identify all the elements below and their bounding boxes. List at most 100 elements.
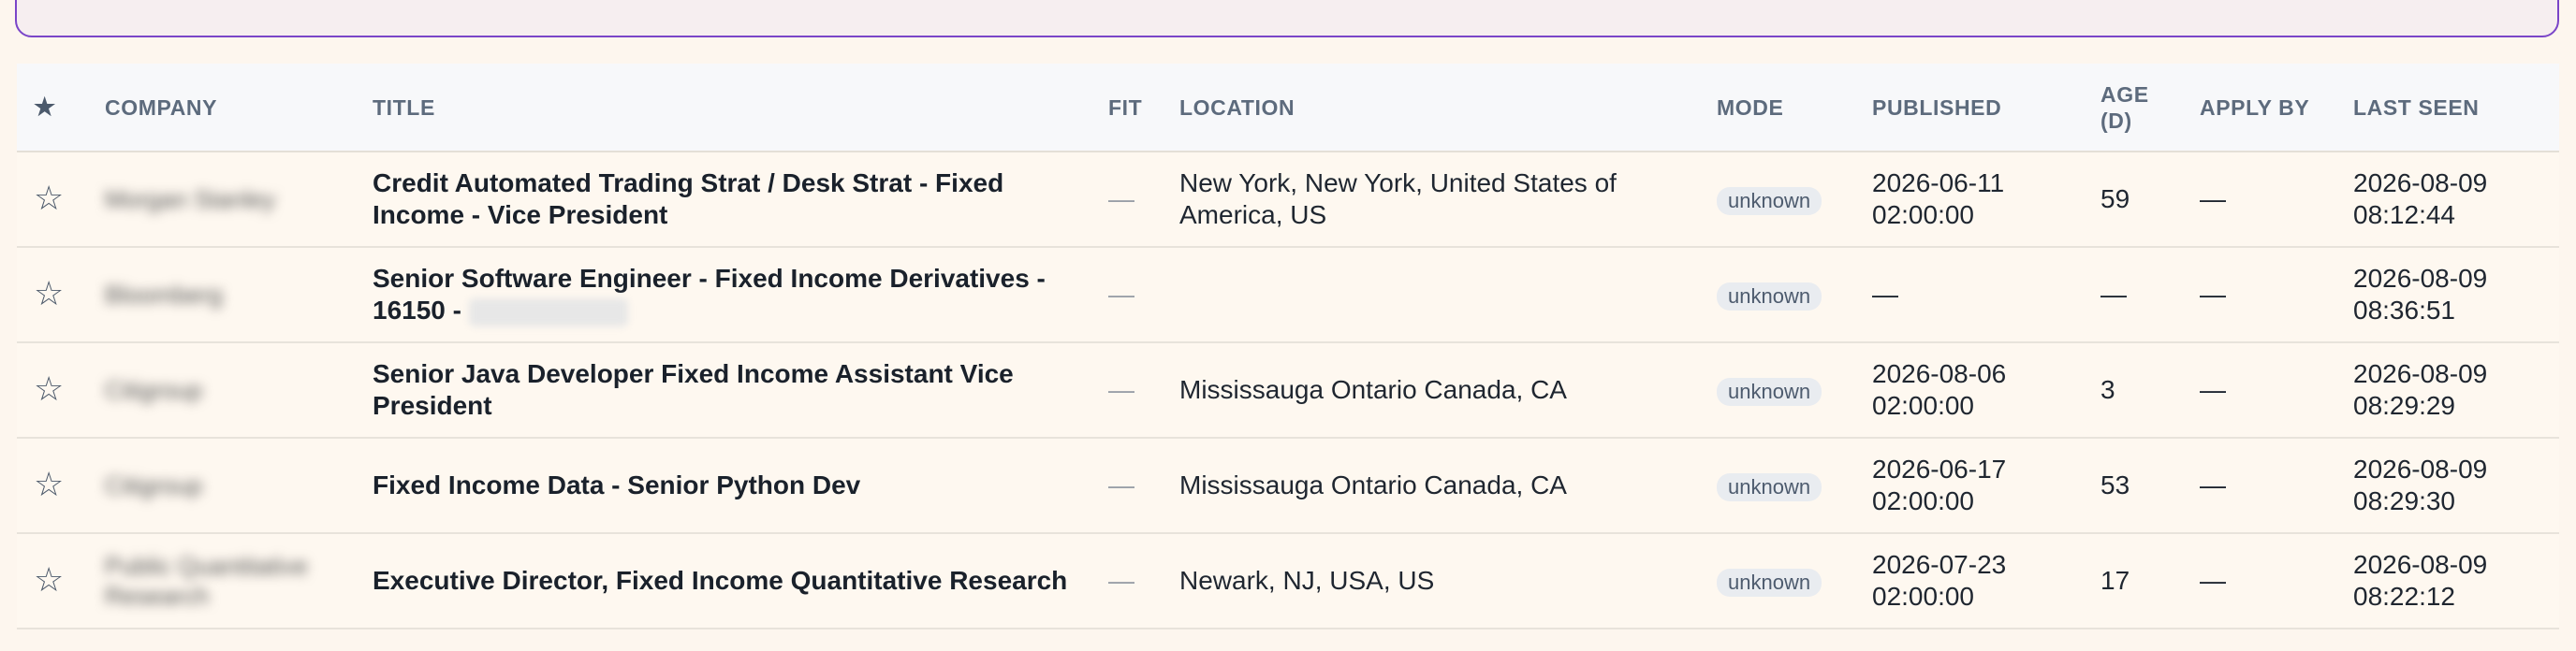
table-row[interactable]: ☆ Citigroup Senior Java Developer Fixed …: [17, 342, 2559, 439]
header-published[interactable]: PUBLISHED: [1859, 64, 2087, 152]
apply-by-cell: —: [2187, 152, 2340, 248]
header-last-seen[interactable]: LAST SEEN: [2340, 64, 2559, 152]
company-name: Bloomberg: [105, 281, 223, 309]
published-date: —: [1872, 280, 1898, 309]
jobs-table-container: ★ COMPANY TITLE FIT LOCATION MODE PUBLIS…: [17, 64, 2559, 629]
star-outline-icon[interactable]: ☆: [34, 277, 64, 311]
last-seen-cell: 2026-08-09 08:29:29: [2340, 342, 2559, 439]
star-cell: ☆: [17, 533, 92, 629]
job-title-link[interactable]: Executive Director, Fixed Income Quantit…: [373, 566, 1067, 595]
published-time: 02:00:00: [1872, 391, 1974, 420]
apply-by-cell: —: [2187, 342, 2340, 439]
star-cell: ☆: [17, 438, 92, 534]
header-age[interactable]: AGE (D): [2087, 64, 2187, 152]
mode-badge: unknown: [1717, 473, 1822, 501]
last-seen-date: 2026-08-09: [2353, 455, 2488, 484]
last-seen-date: 2026-08-09: [2353, 359, 2488, 388]
fit-cell: —: [1095, 438, 1166, 534]
last-seen-cell: 2026-08-09 08:29:30: [2340, 438, 2559, 534]
company-cell: Citigroup: [92, 342, 359, 439]
published-time: 02:00:00: [1872, 200, 1974, 229]
star-cell: ☆: [17, 342, 92, 439]
published-cell: 2026-08-06 02:00:00: [1859, 342, 2087, 439]
mode-cell: unknown: [1704, 533, 1859, 629]
fit-value: —: [1108, 280, 1134, 309]
fit-cell: —: [1095, 247, 1166, 343]
star-outline-icon[interactable]: ☆: [34, 181, 64, 215]
table-row[interactable]: ☆ Morgan Stanley Credit Automated Tradin…: [17, 152, 2559, 248]
age-cell: 3: [2087, 342, 2187, 439]
title-cell: Senior Software Engineer - Fixed Income …: [359, 247, 1095, 343]
star-outline-icon[interactable]: ☆: [34, 372, 64, 406]
star-outline-icon[interactable]: ☆: [34, 563, 64, 597]
company-name: Citigroup: [105, 471, 203, 499]
top-panel: [15, 0, 2559, 37]
company-cell: Bloomberg: [92, 247, 359, 343]
location-cell: [1166, 247, 1704, 343]
header-age-line2: (D): [2100, 108, 2132, 133]
table-header: ★ COMPANY TITLE FIT LOCATION MODE PUBLIS…: [17, 64, 2559, 152]
title-cell: Credit Automated Trading Strat / Desk St…: [359, 152, 1095, 248]
age-cell: —: [2087, 247, 2187, 343]
last-seen-cell: 2026-08-09 08:36:51: [2340, 247, 2559, 343]
fit-value: —: [1108, 375, 1134, 404]
last-seen-date: 2026-08-09: [2353, 550, 2488, 579]
location-cell: Newark, NJ, USA, US: [1166, 533, 1704, 629]
last-seen-date: 2026-08-09: [2353, 264, 2488, 293]
job-title-link[interactable]: Fixed Income Data - Senior Python Dev: [373, 470, 860, 499]
header-company[interactable]: COMPANY: [92, 64, 359, 152]
header-apply-by[interactable]: APPLY BY: [2187, 64, 2340, 152]
star-icon: ★: [34, 93, 56, 121]
title-cell: Fixed Income Data - Senior Python Dev: [359, 438, 1095, 534]
star-outline-icon[interactable]: ☆: [34, 468, 64, 501]
published-date: 2026-07-23: [1872, 550, 2007, 579]
company-name: Public Quantitative Research: [105, 551, 308, 610]
header-location[interactable]: LOCATION: [1166, 64, 1704, 152]
company-name: Citigroup: [105, 376, 203, 404]
apply-by-cell: —: [2187, 533, 2340, 629]
company-cell: Public Quantitative Research: [92, 533, 359, 629]
table-row[interactable]: ☆ Public Quantitative Research Executive…: [17, 533, 2559, 629]
published-date: 2026-06-11: [1872, 168, 2005, 197]
table-row[interactable]: ☆ Bloomberg Senior Software Engineer - F…: [17, 247, 2559, 343]
fit-value: —: [1108, 566, 1134, 595]
header-age-line1: AGE: [2100, 81, 2149, 107]
job-title-link[interactable]: Credit Automated Trading Strat / Desk St…: [373, 168, 1003, 229]
mode-badge: unknown: [1717, 569, 1822, 597]
age-cell: 59: [2087, 152, 2187, 248]
table-body: ☆ Morgan Stanley Credit Automated Tradin…: [17, 152, 2559, 629]
location-cell: New York, New York, United States of Ame…: [1166, 152, 1704, 248]
title-cell: Executive Director, Fixed Income Quantit…: [359, 533, 1095, 629]
apply-by-cell: —: [2187, 247, 2340, 343]
header-title[interactable]: TITLE: [359, 64, 1095, 152]
last-seen-cell: 2026-08-09 08:12:44: [2340, 152, 2559, 248]
location-cell: Mississauga Ontario Canada, CA: [1166, 342, 1704, 439]
star-cell: ☆: [17, 152, 92, 248]
company-cell: Morgan Stanley: [92, 152, 359, 248]
header-mode[interactable]: MODE: [1704, 64, 1859, 152]
mode-cell: unknown: [1704, 152, 1859, 248]
published-time: 02:00:00: [1872, 486, 1974, 515]
last-seen-time: 08:29:29: [2353, 391, 2455, 420]
redacted-block: [468, 297, 628, 326]
star-cell: ☆: [17, 247, 92, 343]
apply-by-cell: —: [2187, 438, 2340, 534]
age-cell: 17: [2087, 533, 2187, 629]
last-seen-time: 08:36:51: [2353, 296, 2455, 325]
jobs-table: ★ COMPANY TITLE FIT LOCATION MODE PUBLIS…: [17, 64, 2559, 629]
header-row: ★ COMPANY TITLE FIT LOCATION MODE PUBLIS…: [17, 64, 2559, 152]
mode-cell: unknown: [1704, 438, 1859, 534]
header-fit[interactable]: FIT: [1095, 64, 1166, 152]
fit-cell: —: [1095, 342, 1166, 439]
job-title-link[interactable]: Senior Java Developer Fixed Income Assis…: [373, 359, 1014, 420]
mode-cell: unknown: [1704, 247, 1859, 343]
mode-badge: unknown: [1717, 282, 1822, 311]
published-cell: —: [1859, 247, 2087, 343]
last-seen-time: 08:12:44: [2353, 200, 2455, 229]
published-date: 2026-06-17: [1872, 455, 2007, 484]
published-time: 02:00:00: [1872, 582, 1974, 611]
fit-cell: —: [1095, 533, 1166, 629]
table-row[interactable]: ☆ Citigroup Fixed Income Data - Senior P…: [17, 438, 2559, 534]
header-star[interactable]: ★: [17, 64, 92, 152]
company-name: Morgan Stanley: [105, 185, 276, 213]
